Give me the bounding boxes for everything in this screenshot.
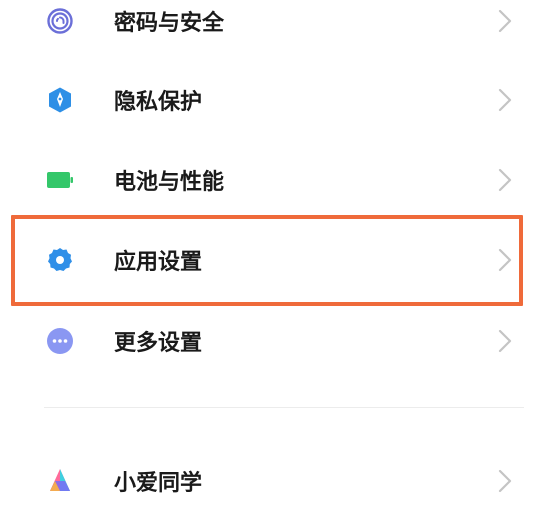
settings-item-password-security[interactable]: 密码与安全 [0,0,540,59]
settings-item-more-settings[interactable]: 更多设置 [0,303,540,379]
section-divider [44,407,524,408]
chevron-right-icon [497,167,513,193]
battery-icon [46,166,74,194]
settings-item-xiaoai[interactable]: 小爱同学 [0,443,540,519]
settings-item-label: 隐私保护 [114,90,203,115]
settings-item-label: 小爱同学 [114,471,203,496]
chevron-right-icon [497,328,513,354]
chevron-right-icon [497,468,513,494]
fingerprint-icon [46,7,74,35]
xiaoai-icon [46,467,74,495]
highlight-box [11,215,523,306]
settings-item-label: 电池与性能 [114,170,225,195]
settings-item-privacy[interactable]: 隐私保护 [0,62,540,138]
settings-item-label: 更多设置 [114,331,203,356]
more-dots-icon [46,327,74,355]
chevron-right-icon [497,87,513,113]
privacy-shield-icon [46,86,74,114]
chevron-right-icon [497,8,513,34]
settings-item-label: 密码与安全 [114,11,225,36]
settings-item-battery-performance[interactable]: 电池与性能 [0,142,540,218]
